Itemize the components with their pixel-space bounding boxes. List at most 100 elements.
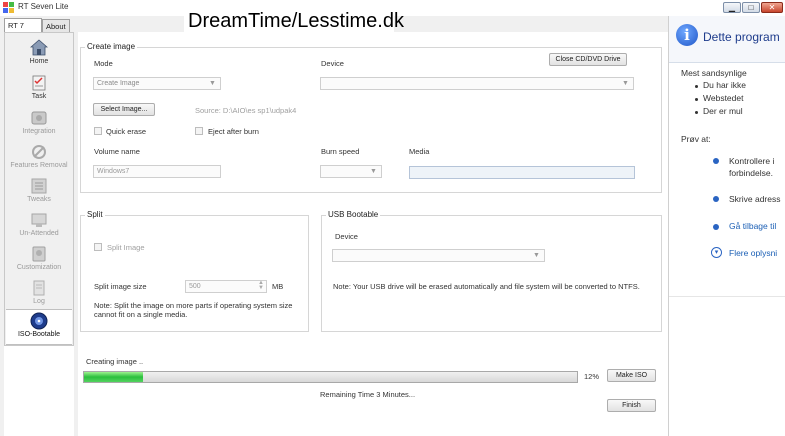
progress-bar (83, 371, 578, 383)
chevron-down-icon: ▼ (533, 252, 540, 259)
sidebar-item-unattended[interactable]: Un-Attended (6, 209, 72, 242)
mode-select[interactable]: Create Image ▼ (93, 77, 221, 90)
tweaks-icon (31, 178, 47, 194)
bullet-dot (695, 85, 698, 88)
unattended-icon (31, 213, 47, 227)
burn-speed-select[interactable]: ▼ (320, 165, 382, 178)
sidebar-item-label: ISO-Bootable (17, 331, 61, 338)
expand-chevron-icon[interactable]: ▾ (711, 247, 722, 258)
try-heading: Prøv at: (681, 134, 711, 144)
sidebar-item-features-removal[interactable]: Features Removal (6, 141, 72, 174)
sidebar-footer (4, 346, 74, 436)
usb-device-select[interactable]: ▼ (332, 249, 545, 262)
split-group-label: Split (85, 210, 105, 219)
tab-about[interactable]: About (42, 19, 70, 32)
sidebar-item-label: Integration (22, 128, 56, 135)
integration-icon (31, 111, 47, 125)
split-note-line2: cannot fit on a single media. (94, 310, 188, 319)
progress-percent: 12% (584, 372, 600, 381)
sidebar-item-home[interactable]: Home (6, 37, 72, 70)
create-image-group-label: Create image (85, 42, 138, 51)
minimize-button[interactable]: ▁ (723, 2, 741, 13)
sidebar-item-iso-bootable[interactable]: ISO-Bootable (6, 309, 72, 345)
chevron-down-icon: ▼ (209, 80, 216, 87)
sidebar-item-label: Tweaks (27, 196, 51, 203)
eject-after-burn-label: Eject after burn (208, 127, 259, 136)
task-icon (32, 75, 46, 91)
split-size-value: 500 (189, 283, 201, 290)
device-label: Device (321, 59, 344, 68)
quick-erase-label: Quick erase (106, 127, 147, 136)
stepper-arrows-icon: ▲ ▼ (258, 280, 264, 291)
usb-device-label: Device (335, 232, 358, 241)
progress-status: Creating image .. (86, 357, 144, 366)
usb-note: Note: Your USB drive will be erased auto… (333, 282, 640, 291)
features-removal-icon (32, 145, 46, 159)
cause-heading: Mest sandsynlige (681, 68, 747, 78)
remaining-time: Remaining Time 3 Minutes... (320, 390, 416, 399)
panel-divider (669, 296, 785, 309)
go-back-link[interactable]: Gå tilbage til (729, 221, 776, 231)
finish-button[interactable]: Finish (607, 399, 656, 412)
overlay-caption: DreamTime/Lesstime.dk (184, 7, 404, 35)
maximize-button[interactable]: □ (742, 2, 760, 13)
action-text[interactable]: Kontrollere i (729, 156, 774, 166)
iso-bootable-icon (30, 312, 48, 330)
select-image-button[interactable]: Select Image... (93, 103, 155, 116)
sidebar-item-task[interactable]: Task (6, 72, 72, 105)
mode-label: Mode (94, 59, 113, 68)
action-bullet-icon (713, 224, 719, 230)
sidebar-item-customization[interactable]: Customization (6, 243, 72, 276)
log-icon (33, 280, 45, 296)
sidebar-item-label: Features Removal (10, 162, 68, 169)
browser-error-panel: i Dette program Mest sandsynlige Du har … (668, 16, 785, 436)
chevron-down-icon: ▼ (370, 168, 377, 175)
error-title: Dette program (703, 30, 780, 44)
source-path-text: Source: D:\AIO\es sp1\udpak4 (195, 106, 297, 115)
split-note-line1: Note: Split the image on more parts if o… (94, 301, 293, 310)
split-size-unit: MB (272, 282, 284, 291)
app-icon (3, 2, 14, 13)
media-label: Media (409, 147, 430, 156)
media-field[interactable] (409, 166, 635, 179)
action-bullet-icon (713, 158, 719, 164)
progress-bar-fill (84, 372, 143, 382)
sidebar: Home Task Integration Features Removal T… (4, 32, 74, 346)
volume-name-label: Volume name (94, 147, 140, 156)
cause-item: Webstedet (703, 93, 744, 103)
sidebar-item-tweaks[interactable]: Tweaks (6, 175, 72, 208)
error-header: i Dette program (669, 16, 785, 63)
split-size-label: Split image size (94, 282, 147, 291)
quick-erase-checkbox[interactable] (94, 127, 102, 135)
make-iso-button[interactable]: Make ISO (607, 369, 656, 382)
split-image-checkbox[interactable] (94, 243, 102, 251)
window-title: RT Seven Lite (18, 2, 69, 11)
usb-bootable-group: USB Bootable (321, 210, 662, 332)
action-text: forbindelse. (729, 168, 773, 178)
sidebar-item-integration[interactable]: Integration (6, 107, 72, 140)
info-icon: i (676, 24, 698, 46)
sidebar-item-label: Log (33, 298, 45, 305)
more-info-link[interactable]: Flere oplysni (729, 248, 777, 258)
bullet-dot (695, 111, 698, 114)
chevron-down-icon: ▼ (622, 80, 629, 87)
device-select[interactable]: ▼ (320, 77, 634, 90)
close-button[interactable]: ✕ (761, 2, 783, 13)
burn-speed-label: Burn speed (321, 147, 360, 156)
cause-item: Du har ikke (703, 80, 746, 90)
usb-bootable-group-label: USB Bootable (326, 210, 381, 219)
close-drive-button[interactable]: Close CD/DVD Drive (549, 53, 627, 66)
eject-after-burn-checkbox[interactable] (195, 127, 203, 135)
sidebar-item-label: Un-Attended (19, 230, 59, 237)
split-size-stepper[interactable]: 500 ▲ ▼ (185, 280, 267, 293)
sidebar-item-label: Customization (16, 264, 62, 271)
sidebar-item-log[interactable]: Log (6, 277, 72, 310)
action-text[interactable]: Skrive adress (729, 194, 781, 204)
customization-icon (32, 246, 46, 262)
volume-name-input[interactable]: Windows7 (93, 165, 221, 178)
sidebar-item-label: Task (31, 93, 47, 100)
action-bullet-icon (713, 196, 719, 202)
tab-rt7lite[interactable]: RT 7 Lite (4, 18, 42, 43)
mode-select-value: Create Image (97, 80, 140, 87)
sidebar-item-label: Home (29, 58, 49, 65)
